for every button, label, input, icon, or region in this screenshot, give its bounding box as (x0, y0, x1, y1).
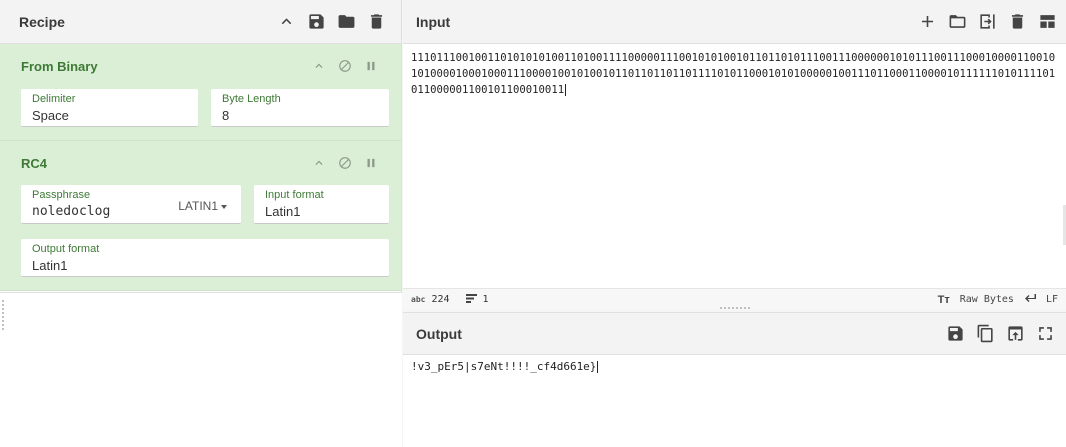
lines-icon (465, 293, 477, 306)
plus-icon[interactable] (912, 7, 942, 37)
field-value: Space (32, 108, 69, 123)
input-text: 1110111001001101010101001101001111000001… (411, 52, 1056, 96)
byte-length-field[interactable]: Byte Length 8 (211, 89, 389, 127)
panel-resize-handle[interactable] (720, 307, 750, 310)
output-value: !v3_pEr5|s7eNt!!!!_cf4d661e} (411, 360, 597, 373)
input-lines: 1 (482, 294, 489, 305)
output-header: Output (403, 313, 1066, 355)
field-label: Output format (32, 243, 100, 255)
input-panel: Input 1110111001001101010101001101001111… (403, 0, 1066, 310)
save-icon[interactable] (940, 319, 970, 349)
font-size-icon[interactable]: Tт (938, 294, 950, 306)
maximize-icon[interactable] (1030, 319, 1060, 349)
input-length: 224 (431, 294, 450, 305)
operation-title: RC4 (21, 156, 48, 171)
layout-icon[interactable] (1032, 7, 1062, 37)
eol-label[interactable]: LF (1046, 294, 1058, 305)
input-title: Input (416, 13, 451, 30)
output-format-field[interactable]: Output format Latin1 (21, 239, 389, 277)
output-title: Output (416, 325, 462, 342)
app-root: Recipe From Binary Delimiter Space Byte … (0, 0, 1066, 447)
copy-icon[interactable] (970, 319, 1000, 349)
passphrase-field[interactable]: Passphrase noledoclog LATIN1 (21, 185, 241, 224)
field-label: Input format (265, 189, 324, 201)
output-panel: Output !v3_pEr5|s7eNt!!!!_cf4d661e} (403, 312, 1066, 447)
input-textarea[interactable]: 1110111001001101010101001101001111000001… (411, 50, 1061, 98)
folder-icon[interactable] (331, 7, 361, 37)
length-icon: abc (411, 295, 426, 304)
recipe-drop-area[interactable] (0, 292, 402, 447)
folder-icon[interactable] (942, 7, 972, 37)
input-format-field[interactable]: Input format Latin1 (254, 185, 389, 224)
eol-icon[interactable] (1024, 293, 1036, 306)
save-icon[interactable] (301, 7, 331, 37)
encoding-label[interactable]: Raw Bytes (960, 294, 1014, 305)
chevron-up-icon[interactable] (309, 56, 329, 76)
operation-title: From Binary (21, 59, 98, 74)
field-value: Latin1 (265, 204, 301, 219)
text-caret (565, 84, 567, 96)
delimiter-field[interactable]: Delimiter Space (21, 89, 198, 127)
trash-icon[interactable] (361, 7, 391, 37)
field-value: 8 (222, 108, 230, 123)
output-text[interactable]: !v3_pEr5|s7eNt!!!!_cf4d661e} (411, 360, 599, 373)
replace-input-icon[interactable] (1000, 319, 1030, 349)
trash-icon[interactable] (1002, 7, 1032, 37)
chevron-up-icon[interactable] (309, 153, 329, 173)
field-label: Byte Length (222, 93, 281, 105)
pause-icon[interactable] (361, 56, 381, 76)
disable-icon[interactable] (335, 56, 355, 76)
recipe-header: Recipe (0, 0, 401, 44)
output-caret (597, 361, 599, 373)
pause-icon[interactable] (361, 153, 381, 173)
passphrase-format-dropdown[interactable]: LATIN1 (178, 199, 227, 213)
chevron-up-icon[interactable] (271, 7, 301, 37)
field-label: Passphrase (32, 189, 91, 201)
recipe-panel: Recipe From Binary Delimiter Space Byte … (0, 0, 402, 447)
input-header: Input (403, 0, 1066, 44)
import-icon[interactable] (972, 7, 1002, 37)
operation-from-binary: From Binary Delimiter Space Byte Length … (0, 44, 401, 141)
resize-handle[interactable] (2, 300, 4, 330)
operation-rc4: RC4 Passphrase noledoclog LATIN1 Input f… (0, 141, 401, 291)
disable-icon[interactable] (335, 153, 355, 173)
field-value: Latin1 (32, 258, 68, 273)
field-label: Delimiter (32, 93, 76, 105)
field-value: noledoclog (32, 204, 111, 219)
recipe-title: Recipe (19, 13, 65, 30)
